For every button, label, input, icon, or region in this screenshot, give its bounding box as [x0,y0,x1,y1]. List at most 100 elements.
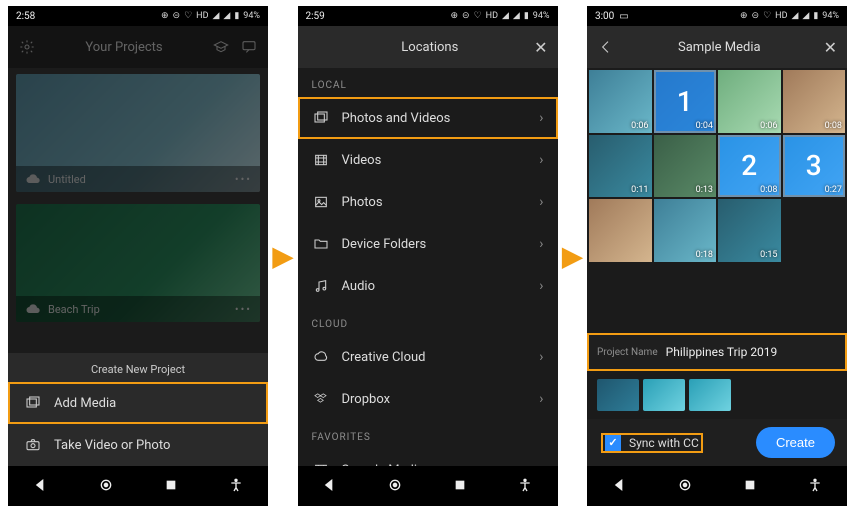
app-header: Locations ✕ [298,26,558,68]
media-thumb[interactable]: 0:08 [783,70,846,133]
project-more-icon[interactable]: ••• [235,173,252,186]
selected-clips-strip [587,371,847,419]
screen-sample-media: 3:00 ▭ ⊕⊝♡HD◢◢▮94% Sample Media ✕ 0:06 1… [587,6,847,506]
cloud-icon [24,170,42,188]
media-library-icon [24,394,42,412]
chevron-right-icon: › [539,349,543,365]
nav-home-icon[interactable] [98,477,114,496]
selected-clip[interactable] [689,379,731,411]
row-audio[interactable]: Audio › [298,265,558,307]
media-thumb[interactable]: 0:06 [718,70,781,133]
nav-home-icon[interactable] [677,477,693,496]
nav-recent-icon[interactable] [452,477,468,496]
media-thumb[interactable]: 0:18 [654,199,717,262]
app-header: Your Projects [8,26,268,68]
media-thumb[interactable]: 0:15 [718,199,781,262]
sync-with-cc-toggle[interactable]: Sync with CC [599,431,705,455]
app-header: Sample Media ✕ [587,26,847,68]
project-name: Beach Trip [48,303,100,316]
nav-back-icon[interactable] [322,477,338,496]
chevron-right-icon: › [539,391,543,407]
screen-your-projects: 2:58 ⊕⊝♡HD◢◢▮94% Your Projects Untitled [8,6,268,506]
selected-clip[interactable] [597,379,639,411]
status-bar: 2:59 ⊕⊝♡HD◢◢▮94% [298,6,558,26]
music-note-icon [312,277,330,295]
chevron-right-icon: › [539,110,543,126]
take-video-photo-button[interactable]: Take Video or Photo [8,424,268,466]
add-media-button[interactable]: Add Media [8,382,268,424]
page-title: Sample Media [615,40,824,55]
row-creative-cloud[interactable]: Creative Cloud › [298,336,558,378]
back-icon[interactable] [597,38,615,56]
chevron-right-icon: › [539,236,543,252]
section-cloud: CLOUD [298,307,558,336]
row-device-folders[interactable]: Device Folders › [298,223,558,265]
media-thumb[interactable]: 0:11 [589,135,652,198]
row-dropbox[interactable]: Dropbox › [298,378,558,420]
nav-recent-icon[interactable] [742,477,758,496]
page-title: Your Projects [36,40,212,55]
flow-arrow-icon: ▶ [273,242,293,272]
checkbox-checked-icon [605,435,621,451]
sheet-title: Create New Project [8,363,268,376]
flow-arrow-icon: ▶ [562,242,582,272]
row-photos-and-videos[interactable]: Photos and Videos › [298,97,558,139]
project-name-value: Philippines Trip 2019 [666,345,837,359]
page-title: Locations [326,40,535,55]
status-time: 3:00 ▭ [595,11,629,22]
nav-back-icon[interactable] [612,477,628,496]
android-nav-bar [8,466,268,506]
nav-accessibility-icon[interactable] [807,477,823,496]
media-library-icon [312,109,330,127]
dropbox-icon [312,390,330,408]
row-photos[interactable]: Photos › [298,181,558,223]
section-favorites: FAVORITES [298,420,558,449]
camera-icon [24,436,42,454]
media-thumb[interactable] [589,199,652,262]
creative-cloud-icon [312,348,330,366]
project-card[interactable]: Untitled ••• [16,74,260,192]
media-grid: 0:06 10:04 0:06 0:08 0:11 0:13 20:08 30:… [587,68,847,264]
section-local: LOCAL [298,68,558,97]
chevron-right-icon: › [539,152,543,168]
project-card[interactable]: Beach Trip ••• [16,204,260,322]
media-thumb[interactable]: 30:27 [783,135,846,198]
projects-list: Untitled ••• Beach Trip ••• [8,68,268,353]
graduation-icon[interactable] [212,38,230,56]
nav-accessibility-icon[interactable] [517,477,533,496]
chat-icon[interactable] [240,38,258,56]
project-name-label: Project Name [597,347,658,358]
row-videos[interactable]: Videos › [298,139,558,181]
status-time: 2:58 [16,11,35,22]
cloud-icon [24,300,42,318]
take-video-label: Take Video or Photo [54,438,170,453]
locations-list: LOCAL Photos and Videos › Videos › Photo… [298,68,558,466]
create-project-sheet: Create New Project Add Media Take Video … [8,353,268,466]
status-time: 2:59 [306,11,325,22]
nav-accessibility-icon[interactable] [228,477,244,496]
close-icon[interactable]: ✕ [534,38,547,57]
nav-recent-icon[interactable] [163,477,179,496]
chevron-right-icon: › [539,278,543,294]
media-thumb[interactable]: 20:08 [718,135,781,198]
media-thumb[interactable]: 10:04 [654,70,717,133]
project-more-icon[interactable]: ••• [235,303,252,316]
status-bar: 2:58 ⊕⊝♡HD◢◢▮94% [8,6,268,26]
chevron-right-icon: › [539,194,543,210]
create-button[interactable]: Create [756,427,835,458]
media-thumb[interactable]: 0:06 [589,70,652,133]
status-bar: 3:00 ▭ ⊕⊝♡HD◢◢▮94% [587,6,847,26]
nav-home-icon[interactable] [387,477,403,496]
footer: Sync with CC Create [587,419,847,466]
row-sample-media[interactable]: Sample Media › [298,449,558,466]
selected-clip[interactable] [643,379,685,411]
android-nav-bar [587,466,847,506]
nav-back-icon[interactable] [33,477,49,496]
media-thumb[interactable]: 0:13 [654,135,717,198]
project-name-field[interactable]: Project Name Philippines Trip 2019 [587,333,847,371]
sync-label: Sync with CC [629,436,699,450]
close-icon[interactable]: ✕ [824,38,837,57]
folder-icon [312,235,330,253]
android-nav-bar [298,466,558,506]
gear-icon[interactable] [18,38,36,56]
